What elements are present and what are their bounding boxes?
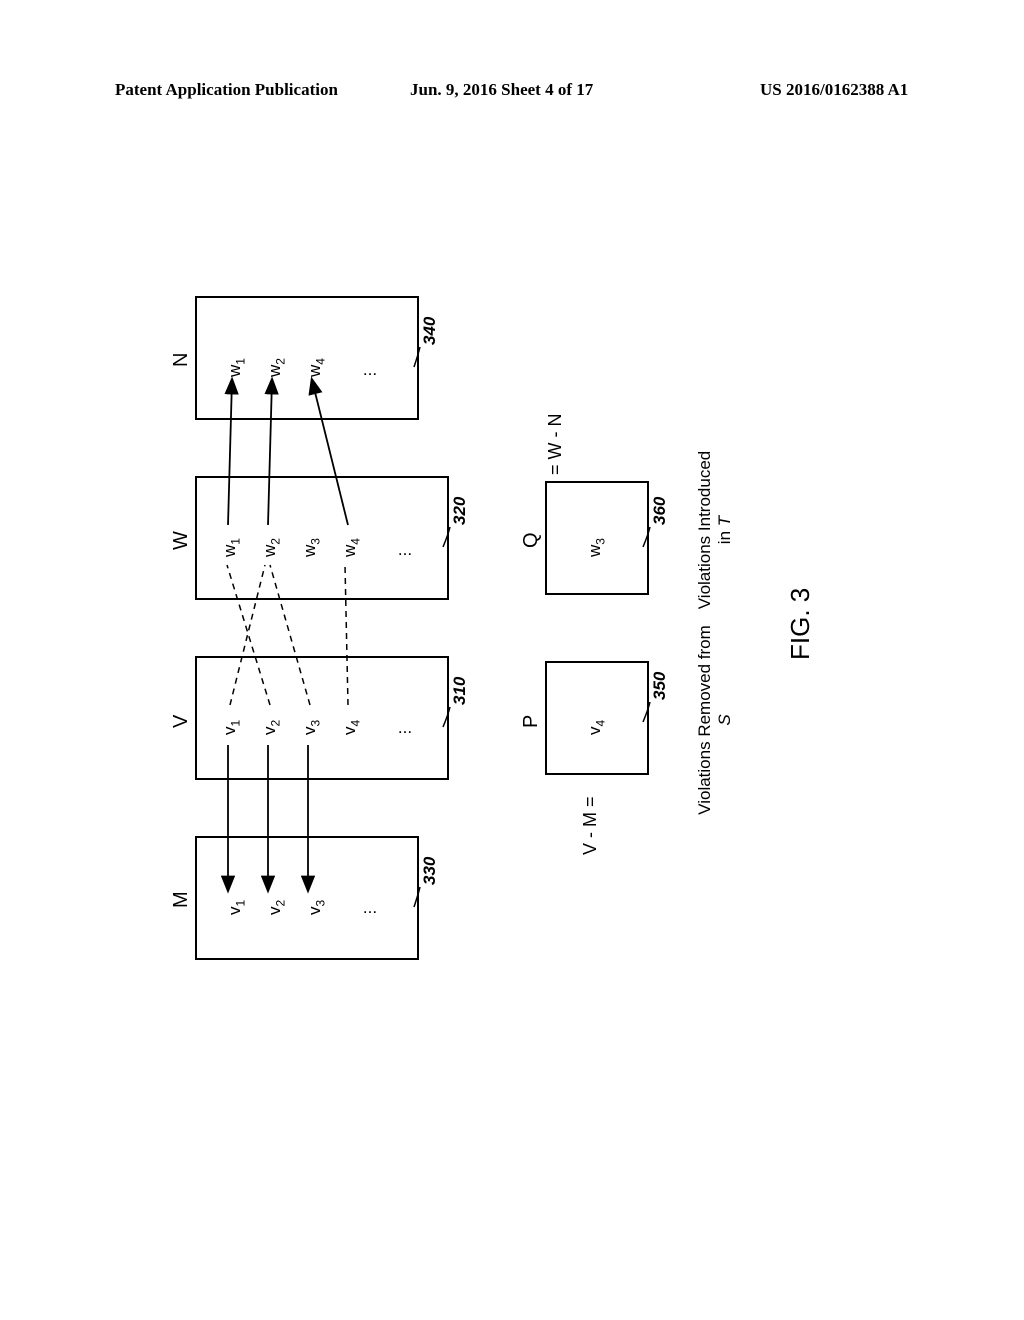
header-center: Jun. 9, 2016 Sheet 4 of 17 bbox=[410, 80, 593, 100]
header-right: US 2016/0162388 A1 bbox=[760, 80, 908, 100]
figure-3-diagram: M v1 v2 v3 ... 330 V v1 v2 v3 v4 ... 310… bbox=[150, 260, 850, 960]
header-left: Patent Application Publication bbox=[115, 80, 338, 100]
connectors bbox=[150, 260, 850, 960]
